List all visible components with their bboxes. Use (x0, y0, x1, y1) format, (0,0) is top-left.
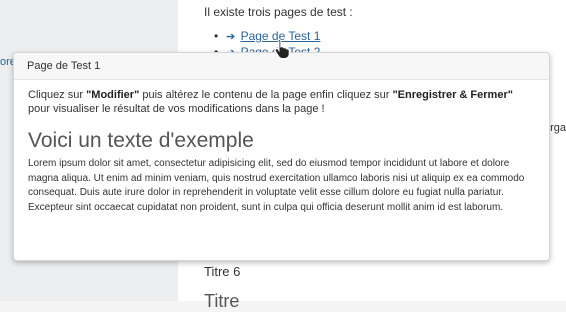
lorem-paragraph: Lorem ipsum dolor sit amet, consectetur … (28, 158, 525, 213)
intro-text: Il existe trois pages de test : (204, 5, 353, 19)
instruction-part: puis altérez le contenu de la page enfin… (139, 89, 393, 101)
instruction-part: Cliquez sur (28, 89, 87, 101)
modifier-label: "Modifier" (86, 89, 140, 101)
save-close-label: "Enregistrer & Fermer" (392, 89, 513, 101)
bullet: • (214, 29, 219, 43)
instruction-part: pour visualiser le résultat de vos modif… (28, 103, 325, 115)
heading-titre-6: Titre 6 (204, 264, 241, 279)
page-preview-tooltip: Page de Test 1 Cliquez sur "Modifier" pu… (13, 52, 550, 261)
heading-partial: Titre (204, 291, 240, 311)
instructions-text: Cliquez sur "Modifier" puis altérez le c… (28, 88, 535, 116)
arrow-right-icon: ➔ (226, 31, 236, 43)
tooltip-body: Cliquez sur "Modifier" puis altérez le c… (14, 80, 549, 215)
hand-pointer-icon (274, 38, 290, 59)
example-heading: Voici un texte d'exemple (28, 129, 254, 152)
